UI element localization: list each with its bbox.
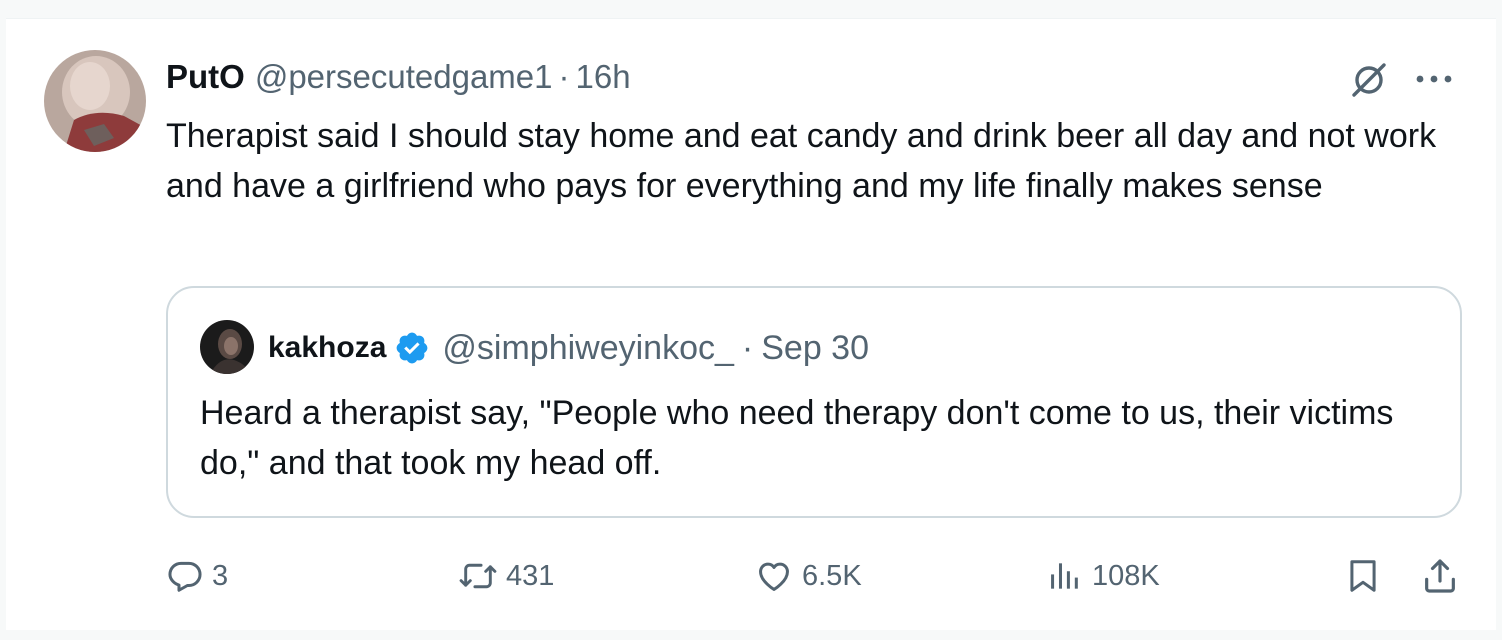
quoted-date[interactable]: Sep 30 (761, 329, 869, 368)
share-button[interactable] (1420, 551, 1460, 601)
like-count: 6.5K (802, 559, 862, 592)
reply-count: 3 (212, 559, 229, 592)
views-count: 108K (1092, 559, 1160, 592)
like-button[interactable]: 6.5K (754, 551, 862, 601)
author-handle[interactable]: @persecutedgame1 (255, 58, 553, 96)
repost-button[interactable]: 431 (458, 551, 554, 601)
quoted-header: kakhoza @simphiweyinkoc_ · Sep 30 (268, 326, 869, 370)
tweet-header: PutO @persecutedgame1 · 16h (166, 55, 631, 99)
quoted-tweet[interactable]: kakhoza @simphiweyinkoc_ · Sep 30 Heard … (166, 286, 1462, 518)
reply-icon (168, 561, 202, 592)
bookmark-icon (1350, 560, 1376, 592)
more-button[interactable] (1410, 59, 1458, 99)
quoted-display-name[interactable]: kakhoza (268, 331, 386, 365)
views-button[interactable]: 108K (1046, 551, 1160, 601)
grok-button[interactable] (1346, 57, 1392, 103)
heart-icon (759, 562, 789, 591)
quoted-text: Heard a therapist say, "People who need … (200, 394, 1394, 482)
action-bar: 3 431 6.5K 108K (166, 551, 1462, 601)
header-separator: · (558, 58, 570, 95)
quoted-separator: · (741, 328, 754, 367)
share-icon (1425, 559, 1455, 593)
repost-count: 431 (506, 559, 555, 592)
views-chart-icon (1051, 563, 1078, 589)
reply-button[interactable]: 3 (166, 551, 228, 601)
tweet[interactable]: PutO @persecutedgame1 · 16h Therapist sa… (6, 18, 1496, 630)
grok-icon (1352, 63, 1386, 97)
more-icon (1416, 75, 1452, 83)
quoted-avatar[interactable] (200, 320, 254, 374)
tweet-timestamp[interactable]: 16h (576, 58, 631, 96)
repost-icon (459, 563, 497, 589)
author-display-name[interactable]: PutO (166, 58, 245, 96)
page: PutO @persecutedgame1 · 16h Therapist sa… (0, 0, 1502, 640)
quoted-handle[interactable]: @simphiweyinkoc_ (442, 329, 734, 368)
verified-badge-icon (394, 330, 430, 366)
bookmark-button[interactable] (1344, 551, 1382, 601)
avatar[interactable] (44, 50, 146, 152)
tweet-text: Therapist said I should stay home and ea… (166, 117, 1437, 205)
